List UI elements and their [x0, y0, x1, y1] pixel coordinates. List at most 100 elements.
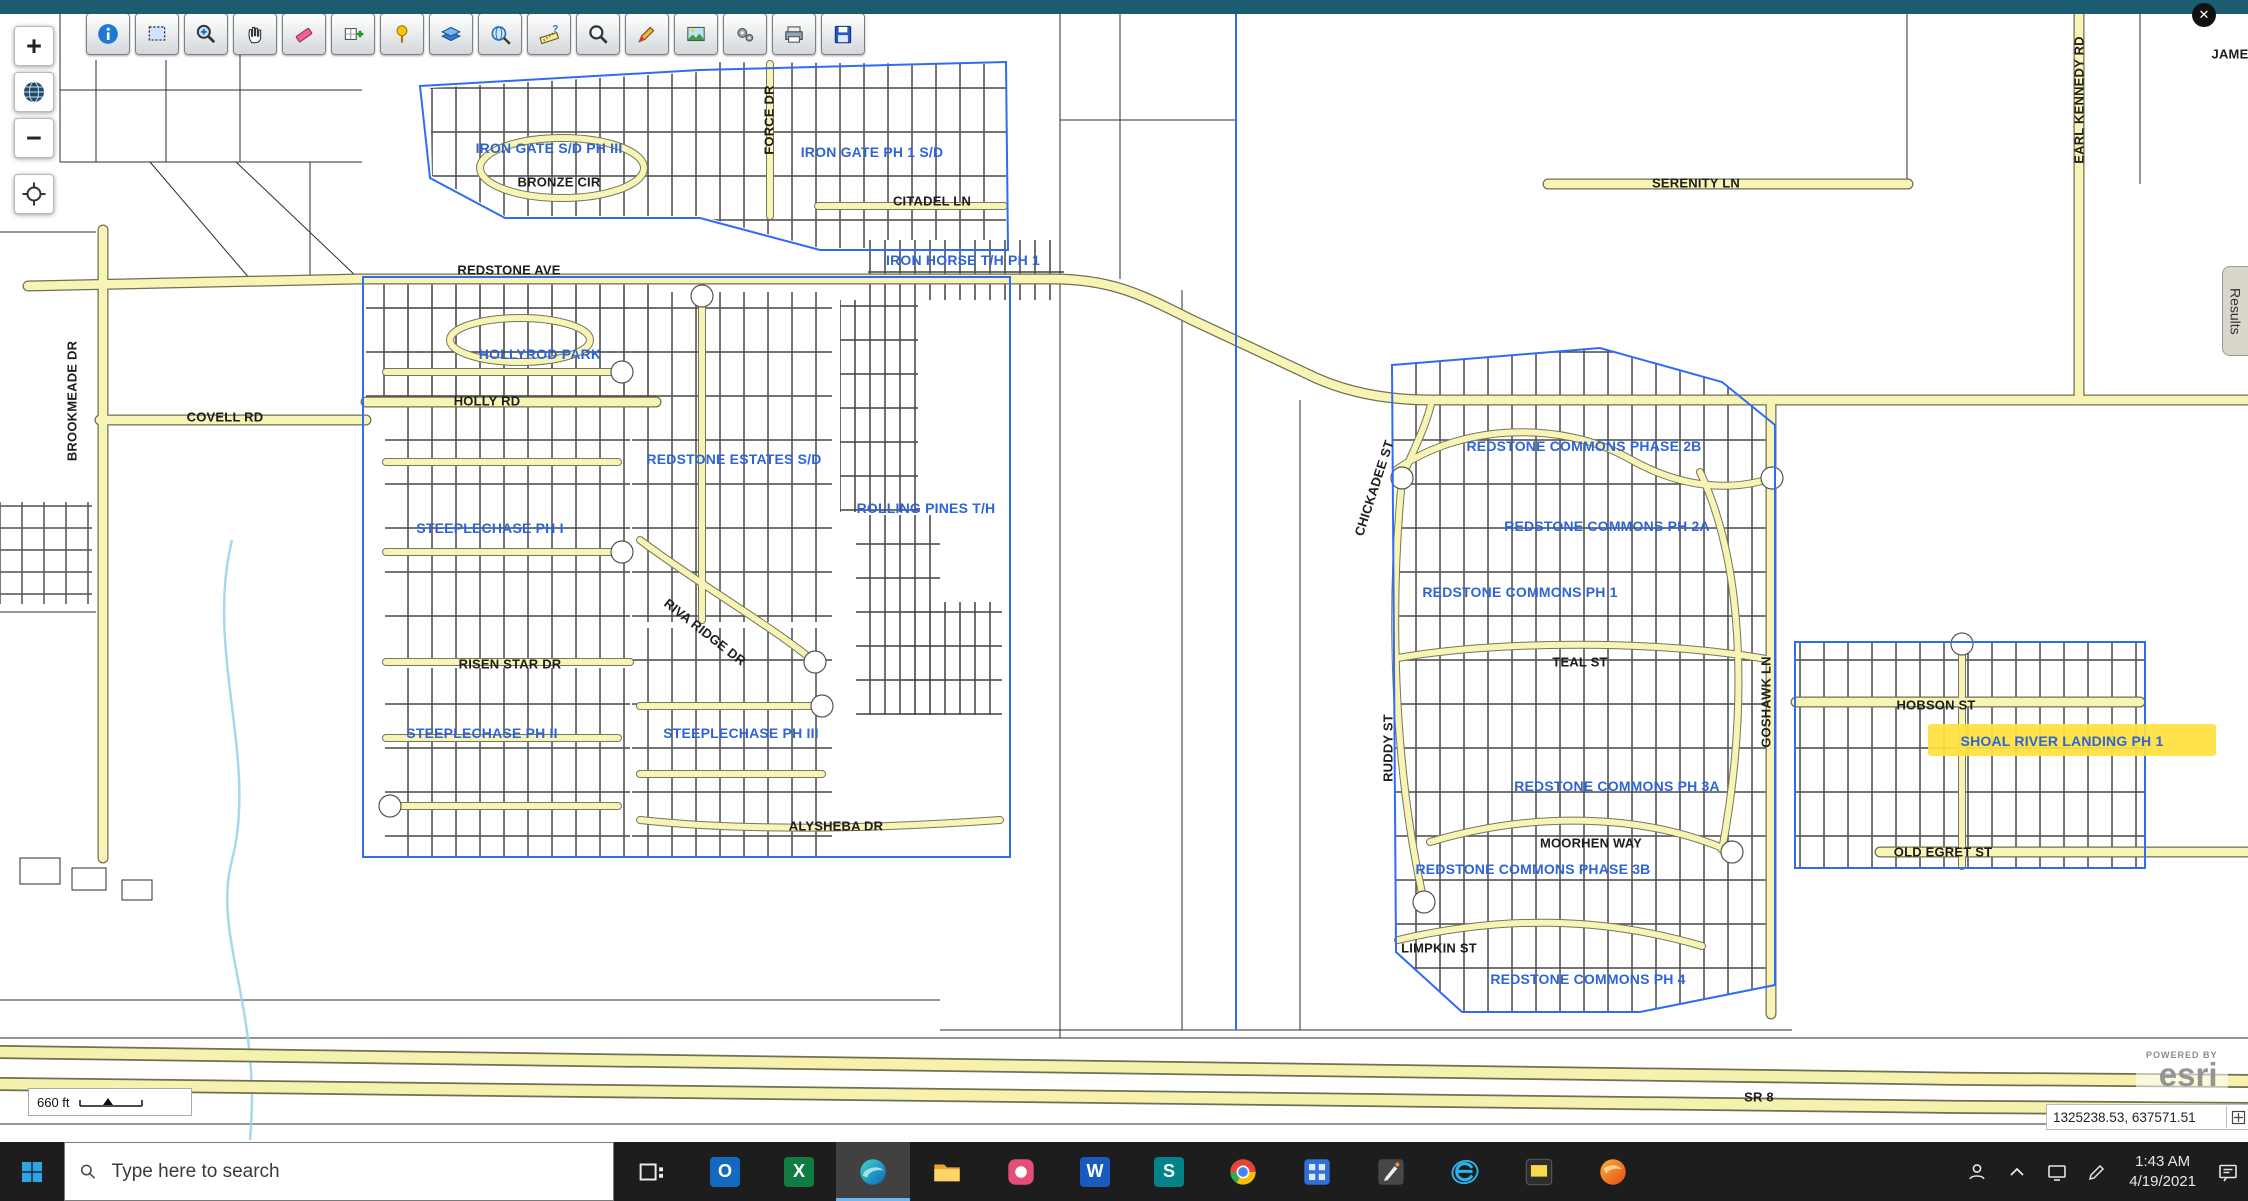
- dark-app-icon: [1524, 1157, 1554, 1187]
- task-view-icon: [636, 1157, 666, 1187]
- internet-explorer-icon: [1450, 1157, 1480, 1187]
- zoom-in-button[interactable]: +: [14, 26, 54, 66]
- taskbar-app-chrome[interactable]: [1206, 1142, 1280, 1201]
- crosshair-icon: [21, 181, 47, 207]
- save-button[interactable]: [821, 13, 865, 55]
- layers-icon: [439, 22, 463, 46]
- people-button[interactable]: [1957, 1160, 1997, 1184]
- network-icon: [2045, 1160, 2069, 1184]
- taskbar-app-calculator[interactable]: [1280, 1142, 1354, 1201]
- taskbar-app-excel[interactable]: X: [762, 1142, 836, 1201]
- pan-hand-icon: [243, 22, 267, 46]
- chevron-up-icon: [2005, 1160, 2029, 1184]
- taskbar-app-file-explorer[interactable]: [910, 1142, 984, 1201]
- pen-icon: [2085, 1160, 2109, 1184]
- browser-top-strip: [0, 0, 2248, 14]
- taskbar-app-word[interactable]: W: [1058, 1142, 1132, 1201]
- close-button[interactable]: ✕: [2192, 3, 2216, 27]
- eraser-icon: [292, 22, 316, 46]
- gears-icon: [733, 22, 757, 46]
- tools-button[interactable]: [723, 13, 767, 55]
- pencil-icon: [635, 22, 659, 46]
- edit-button[interactable]: [625, 13, 669, 55]
- windows-taskbar: O X W S 1:43 AM 4/19/2021: [0, 1142, 2248, 1201]
- calculator-icon: [1302, 1157, 1332, 1187]
- taskbar-app-pink-app[interactable]: [984, 1142, 1058, 1201]
- layers-button[interactable]: [429, 13, 473, 55]
- pen-settings-button[interactable]: [2077, 1160, 2117, 1184]
- pink-app-icon: [1006, 1157, 1036, 1187]
- taskbar-clock[interactable]: 1:43 AM 4/19/2021: [2117, 1152, 2208, 1192]
- print-button[interactable]: [772, 13, 816, 55]
- action-center-button[interactable]: [2208, 1160, 2248, 1184]
- zoom-selection-icon: [194, 22, 218, 46]
- system-tray: 1:43 AM 4/19/2021: [1957, 1142, 2248, 1201]
- selection-highlight: [1928, 724, 2216, 756]
- file-explorer-icon: [932, 1157, 962, 1187]
- taskbar-app-sharepoint[interactable]: S: [1132, 1142, 1206, 1201]
- windows-logo-icon: [19, 1159, 45, 1185]
- identify-globe-icon: [488, 22, 512, 46]
- magnifier-icon: [586, 22, 610, 46]
- image-icon: [684, 22, 708, 46]
- taskbar-app-edge[interactable]: [836, 1142, 910, 1201]
- clock-date: 4/19/2021: [2129, 1172, 2196, 1192]
- coordinate-value: 1325238.53, 637571.51: [2047, 1110, 2226, 1125]
- search-button[interactable]: [576, 13, 620, 55]
- scale-bar-ruler-icon: [78, 1094, 144, 1110]
- zoom-to-selection-button[interactable]: [184, 13, 228, 55]
- printer-icon: [782, 22, 806, 46]
- parcel-map-svg: [0, 14, 2248, 1142]
- results-tab-label: Results: [2228, 288, 2244, 335]
- floppy-save-icon: [831, 22, 855, 46]
- clock-time: 1:43 AM: [2129, 1152, 2196, 1172]
- basemap-button[interactable]: [674, 13, 718, 55]
- svg-text:?: ?: [552, 24, 558, 35]
- taskbar-app-dark-app[interactable]: [1502, 1142, 1576, 1201]
- erase-button[interactable]: [282, 13, 326, 55]
- identify-button[interactable]: [478, 13, 522, 55]
- map-canvas[interactable]: IRON GATE S/D PH IIIIRON GATE PH 1 S/DIR…: [0, 14, 2248, 1142]
- taskbar-app-task-view[interactable]: [614, 1142, 688, 1201]
- taskbar-app-internet-explorer[interactable]: [1428, 1142, 1502, 1201]
- chrome-icon: [1228, 1157, 1258, 1187]
- outlook-icon: O: [710, 1157, 740, 1187]
- measure-button[interactable]: ?: [527, 13, 571, 55]
- measure-ruler-icon: ?: [537, 22, 561, 46]
- zoom-out-button[interactable]: −: [14, 118, 54, 158]
- add-features-button[interactable]: [331, 13, 375, 55]
- taskbar-app-orange-app[interactable]: [1576, 1142, 1650, 1201]
- default-extent-button[interactable]: [14, 174, 54, 214]
- edge-icon: [858, 1157, 888, 1187]
- taskbar-search[interactable]: [64, 1142, 614, 1201]
- pan-button[interactable]: [233, 13, 277, 55]
- screen: IRON GATE S/D PH IIIIRON GATE PH 1 S/DIR…: [0, 0, 2248, 1201]
- search-input[interactable]: [110, 1160, 599, 1184]
- people-icon: [1965, 1160, 1989, 1184]
- globe-icon: [21, 79, 47, 105]
- coordinate-readout: 1325238.53, 637571.51: [2046, 1104, 2248, 1130]
- excel-icon: X: [784, 1157, 814, 1187]
- select-button[interactable]: [135, 13, 179, 55]
- results-panel-tab[interactable]: Results: [2222, 266, 2248, 356]
- taskbar-apps: OXWS: [614, 1142, 1650, 1201]
- coordinate-target-button[interactable]: [2226, 1106, 2248, 1128]
- tray-overflow-button[interactable]: [1997, 1160, 2037, 1184]
- locate-button[interactable]: [380, 13, 424, 55]
- sharepoint-icon: S: [1154, 1157, 1184, 1187]
- select-rectangle-icon: [145, 22, 169, 46]
- start-button[interactable]: [0, 1142, 64, 1201]
- network-button[interactable]: [2037, 1160, 2077, 1184]
- globe-button[interactable]: [14, 72, 54, 112]
- orange-app-icon: [1598, 1157, 1628, 1187]
- word-icon: W: [1080, 1157, 1110, 1187]
- taskbar-app-pen-app[interactable]: [1354, 1142, 1428, 1201]
- map-toolbar: ?: [86, 13, 865, 55]
- coordinate-target-icon: [2231, 1110, 2246, 1125]
- info-button[interactable]: [86, 13, 130, 55]
- info-icon: [96, 22, 120, 46]
- esri-attribution: POWERED BY esri: [2136, 1048, 2228, 1094]
- scale-bar: 660 ft: [28, 1088, 192, 1116]
- taskbar-app-outlook[interactable]: O: [688, 1142, 762, 1201]
- pushpin-icon: [390, 22, 414, 46]
